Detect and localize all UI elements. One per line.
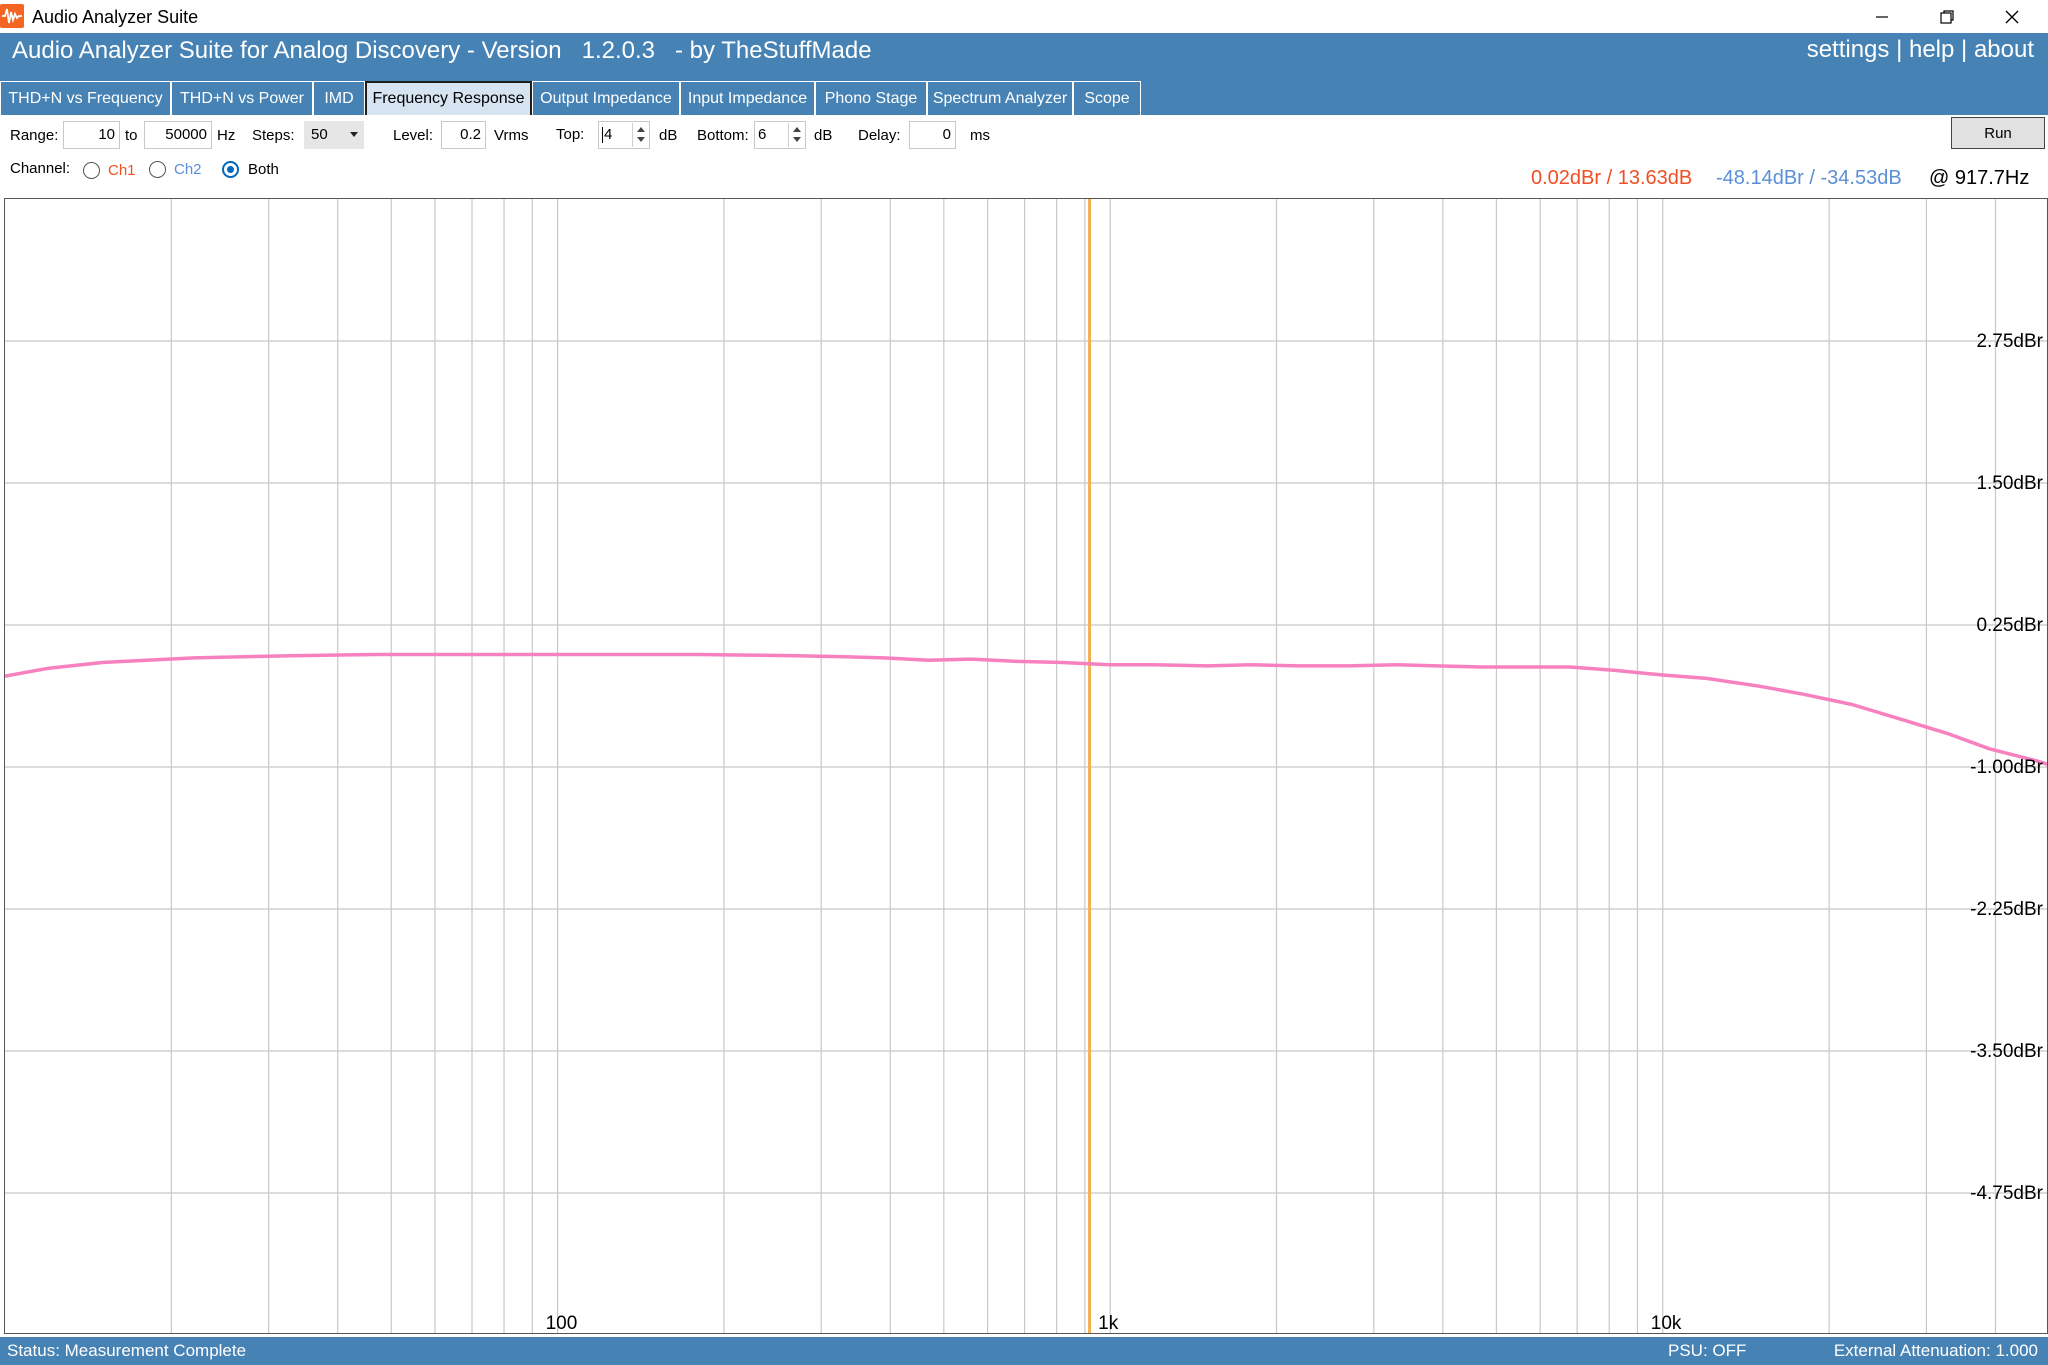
app-header: Audio Analyzer Suite for Analog Discover…	[0, 33, 2048, 81]
spinner-arrows[interactable]	[632, 123, 648, 147]
level-unit-label: Vrms	[494, 127, 529, 144]
spin-down-icon[interactable]	[637, 137, 645, 142]
level-input[interactable]: 0.2	[441, 121, 486, 149]
frequency-readout: @ 917.7Hz	[1929, 167, 2030, 189]
series-line	[5, 652, 2047, 766]
bottom-label: Bottom:	[697, 127, 749, 144]
text-cursor	[602, 127, 603, 144]
chevron-down-icon	[350, 132, 358, 137]
link-separator: |	[1889, 36, 1909, 63]
bottom-spinner[interactable]: 6	[754, 121, 806, 149]
delay-label: Delay:	[858, 127, 901, 144]
restore-icon[interactable]	[1915, 0, 1979, 33]
header-links: settings | help | about	[1807, 36, 2034, 64]
y-tick-label: 2.75dBr	[1976, 331, 2043, 352]
steps-dropdown[interactable]: 50	[304, 121, 364, 149]
tab-phono-stage[interactable]: Phono Stage	[815, 81, 927, 115]
window-titlebar: Audio Analyzer Suite	[0, 0, 2048, 33]
x-tick-label: 10k	[1651, 1313, 1682, 1334]
ch1-label[interactable]: Ch1	[108, 162, 136, 179]
top-spinner[interactable]: 4	[598, 121, 650, 149]
frequency-response-plot[interactable]: 2.75dBr 1.50dBr 0.25dBr -1.00dBr -2.25dBr -3.…	[4, 198, 2048, 1334]
ch2-radio[interactable]	[149, 161, 166, 178]
tab-imd[interactable]: IMD	[313, 81, 365, 115]
spin-up-icon[interactable]	[637, 127, 645, 132]
ch1-readout: 0.02dBr / 13.63dB	[1531, 167, 1693, 189]
y-tick-label: -2.25dBr	[1970, 899, 2044, 920]
tab-input-impedance[interactable]: Input Impedance	[680, 81, 815, 115]
y-tick-label: -1.00dBr	[1970, 757, 2044, 778]
range-label: Range:	[10, 127, 59, 144]
waveform-icon	[0, 4, 24, 28]
delay-unit-label: ms	[970, 127, 990, 144]
status-text: Status: Measurement Complete	[7, 1341, 247, 1360]
channel-label: Channel:	[10, 160, 71, 177]
y-tick-label: 1.50dBr	[1976, 473, 2043, 494]
bottom-value: 6	[758, 126, 767, 143]
y-tick-label: 0.25dBr	[1976, 615, 2043, 636]
attenuation-status: External Attenuation: 1.000	[1833, 1341, 2038, 1360]
spinner-arrows[interactable]	[788, 123, 804, 147]
ch2-label[interactable]: Ch2	[174, 161, 202, 178]
about-link[interactable]: about	[1974, 36, 2034, 64]
tab-thdn-vs-frequency[interactable]: THD+N vs Frequency	[0, 81, 171, 115]
window-title: Audio Analyzer Suite	[32, 7, 199, 27]
top-value: 4	[604, 126, 613, 143]
tab-frequency-response[interactable]: Frequency Response	[365, 81, 532, 115]
x-tick-label: 100	[546, 1313, 578, 1334]
link-separator: |	[1954, 36, 1974, 63]
settings-link[interactable]: settings	[1807, 36, 1890, 64]
delay-input[interactable]: 0	[909, 121, 956, 149]
y-tick-label: -3.50dBr	[1970, 1041, 2044, 1062]
help-link[interactable]: help	[1909, 36, 1954, 64]
status-bar: Status: Measurement Complete PSU: OFF Ex…	[0, 1337, 2048, 1365]
tab-bar: THD+N vs Frequency THD+N vs Power IMD Fr…	[0, 81, 2048, 115]
tab-output-impedance[interactable]: Output Impedance	[532, 81, 680, 115]
psu-status: PSU: OFF	[1668, 1341, 1747, 1360]
bottom-unit-label: dB	[814, 127, 833, 144]
ch2-readout: -48.14dBr / -34.53dB	[1716, 167, 1902, 189]
close-icon[interactable]	[1980, 0, 2044, 33]
steps-label: Steps:	[252, 127, 295, 144]
x-tick-label: 1k	[1098, 1313, 1119, 1334]
level-label: Level:	[393, 127, 434, 144]
top-unit-label: dB	[659, 127, 678, 144]
top-label: Top:	[556, 126, 585, 143]
range-to-input[interactable]: 50000	[144, 121, 212, 149]
spin-up-icon[interactable]	[793, 127, 801, 132]
range-from-input[interactable]: 10	[63, 121, 120, 149]
spin-down-icon[interactable]	[793, 137, 801, 142]
minimize-icon[interactable]	[1850, 0, 1914, 33]
tab-thdn-vs-power[interactable]: THD+N vs Power	[171, 81, 313, 115]
y-tick-label: -4.75dBr	[1970, 1183, 2044, 1204]
range-unit-label: Hz	[217, 127, 236, 144]
chart-svg[interactable]: 2.75dBr 1.50dBr 0.25dBr -1.00dBr -2.25dBr -3.…	[5, 199, 2048, 1334]
both-label[interactable]: Both	[248, 161, 279, 178]
run-button[interactable]: Run	[1951, 117, 2045, 149]
ch1-radio[interactable]	[83, 162, 100, 179]
app-title: Audio Analyzer Suite for Analog Discover…	[12, 37, 872, 64]
tab-spectrum-analyzer[interactable]: Spectrum Analyzer	[927, 81, 1073, 115]
range-to-label: to	[125, 127, 138, 144]
tab-scope[interactable]: Scope	[1073, 81, 1141, 115]
both-radio[interactable]	[222, 161, 239, 178]
steps-value: 50	[311, 126, 328, 143]
controls-panel: Range: 10 to 50000 Hz Steps: 50 Level: 0…	[0, 115, 2048, 195]
